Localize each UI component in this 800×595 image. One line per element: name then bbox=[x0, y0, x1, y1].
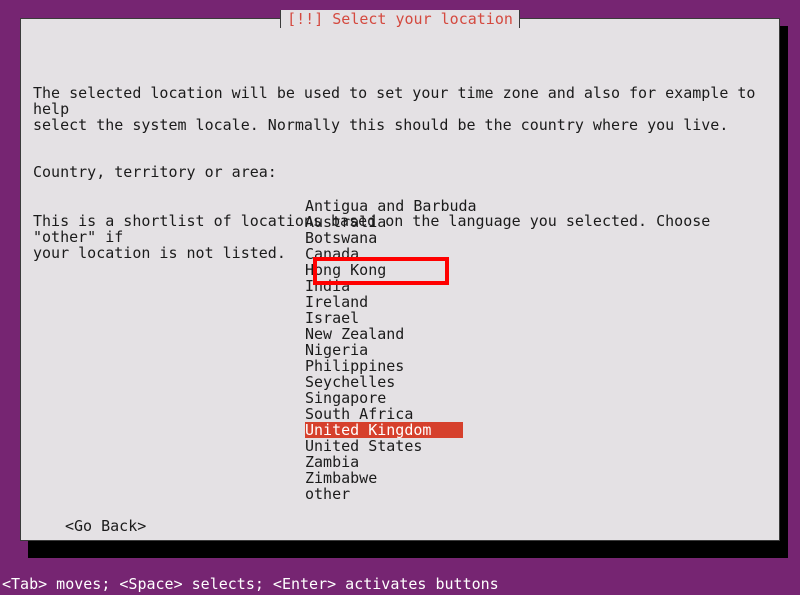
status-bar: <Tab> moves; <Space> selects; <Enter> ac… bbox=[0, 573, 800, 595]
list-item[interactable]: Ireland bbox=[305, 294, 635, 310]
list-item[interactable]: Singapore bbox=[305, 390, 635, 406]
select-location-dialog: [!!] Select your location The selected l… bbox=[20, 10, 780, 541]
dialog-title: [!!] Select your location bbox=[280, 10, 520, 28]
description-paragraph-1: The selected location will be used to se… bbox=[33, 84, 756, 134]
list-item[interactable]: Seychelles bbox=[305, 374, 635, 390]
list-item[interactable]: Philippines bbox=[305, 358, 635, 374]
list-item[interactable]: Israel bbox=[305, 310, 635, 326]
list-item[interactable]: Zambia bbox=[305, 454, 635, 470]
country-field-label: Country, territory or area: bbox=[33, 163, 277, 181]
dialog-title-bar: [!!] Select your location bbox=[21, 9, 779, 29]
country-list[interactable]: Antigua and Barbuda Australia Botswana Cana… bbox=[305, 198, 635, 502]
list-item[interactable]: India bbox=[305, 278, 635, 294]
list-item[interactable]: South Africa bbox=[305, 406, 635, 422]
list-item[interactable]: Hong Kong bbox=[305, 262, 635, 278]
list-item[interactable]: Zimbabwe bbox=[305, 470, 635, 486]
list-item[interactable]: United States bbox=[305, 438, 635, 454]
list-item[interactable]: United Kingdom bbox=[305, 422, 635, 438]
go-back-button[interactable]: <Go Back> bbox=[65, 518, 146, 534]
country-option[interactable]: other bbox=[305, 485, 350, 503]
list-item[interactable]: Australia bbox=[305, 214, 635, 230]
list-item[interactable]: Nigeria bbox=[305, 342, 635, 358]
list-item[interactable]: New Zealand bbox=[305, 326, 635, 342]
country-option[interactable]: United Kingdom bbox=[305, 422, 463, 438]
list-item[interactable]: other bbox=[305, 486, 635, 502]
list-item[interactable]: Antigua and Barbuda bbox=[305, 198, 635, 214]
list-item[interactable]: Canada bbox=[305, 246, 635, 262]
list-item[interactable]: Botswana bbox=[305, 230, 635, 246]
